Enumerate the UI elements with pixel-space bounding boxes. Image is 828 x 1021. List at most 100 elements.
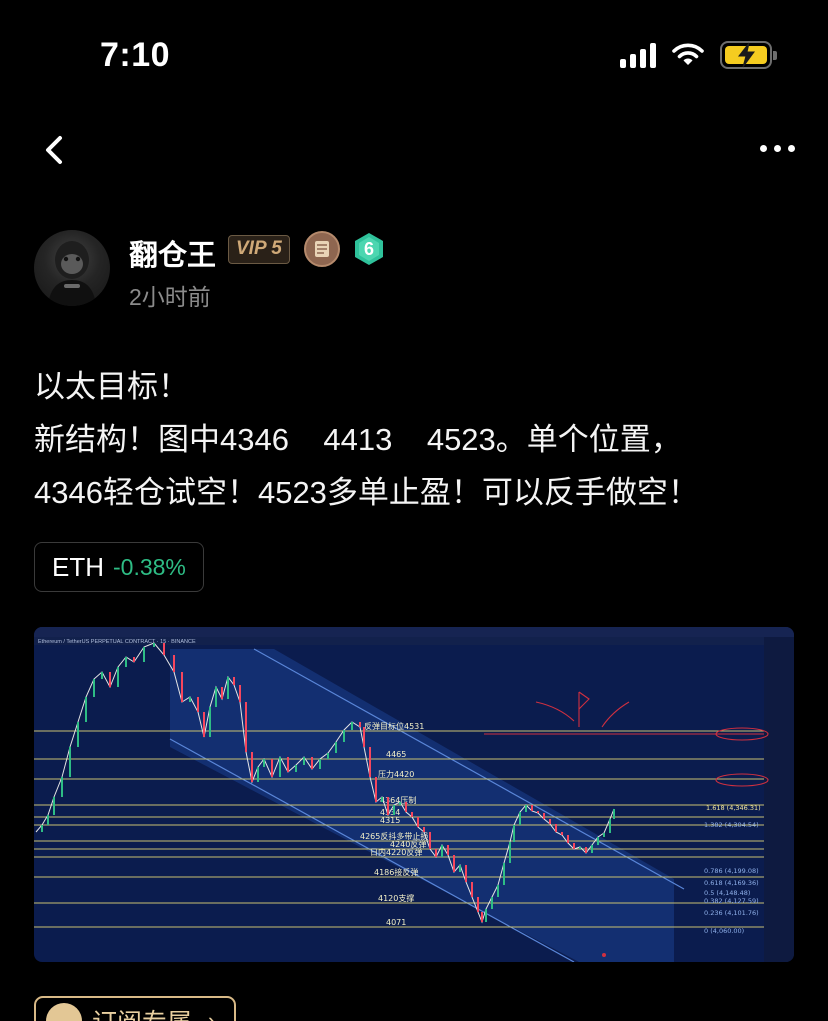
level-label: 反弹目标位4531 (364, 721, 424, 731)
chart-canvas: Ethereum / TetherUS PERPETUAL CONTRACT ·… (34, 627, 794, 962)
candle (363, 727, 365, 747)
level-label: 4071 (386, 918, 406, 927)
candle (543, 813, 545, 819)
post-line: 新结构！图中4346 4413 4523。单个位置， (34, 422, 682, 457)
candle (459, 865, 461, 872)
candle (327, 753, 329, 759)
candle (215, 687, 217, 707)
more-dot-icon (760, 144, 767, 152)
candle (263, 759, 265, 767)
candle (69, 747, 71, 777)
candle (603, 833, 605, 837)
candle (537, 811, 539, 813)
candle (53, 797, 55, 815)
candle (109, 672, 111, 687)
avatar[interactable] (34, 230, 110, 306)
candle (181, 672, 183, 702)
candle (47, 815, 49, 825)
candle (251, 752, 253, 782)
vip-badge: VIP 5 (228, 235, 290, 264)
candle (93, 679, 95, 697)
candle (509, 842, 511, 863)
level-number: 6 (363, 239, 374, 259)
candle (477, 897, 479, 912)
author-header: 翻仓王 VIP 5 6 2小时前 (34, 228, 794, 310)
candle (513, 825, 515, 842)
candle (393, 805, 395, 815)
candle (387, 797, 389, 815)
status-bar: 7:10 (0, 0, 828, 110)
candle (153, 643, 155, 647)
candle (417, 817, 419, 827)
fib-label: 0.618 (4,169.36) (704, 879, 759, 887)
level-label: 日内4220反弹 (370, 847, 422, 857)
candle (573, 843, 575, 849)
candle (271, 759, 273, 777)
candle (497, 885, 499, 897)
candle (209, 707, 211, 737)
candle (77, 722, 79, 747)
candle (197, 697, 199, 712)
post-line: 4346轻仓试空！4523多单止盈！可以反手做空！ (34, 475, 699, 510)
fib-label: 0.382 (4,127.59) (704, 897, 759, 905)
candle (525, 805, 527, 812)
candle (519, 812, 521, 825)
candle (117, 667, 119, 687)
chevron-right-icon: › (208, 1008, 216, 1021)
candle (257, 767, 259, 782)
level-label: 4465 (386, 750, 406, 759)
candle (585, 847, 587, 853)
candle (375, 777, 377, 802)
candle (441, 845, 443, 857)
candle (203, 712, 205, 737)
ticker-change: -0.38% (113, 553, 186, 580)
post-timestamp: 2小时前 (129, 284, 211, 310)
more-dot-icon (788, 144, 795, 152)
level-badge: 6 (352, 232, 386, 266)
fib-label: 0.786 (4,199.08) (704, 867, 759, 875)
candle (399, 802, 401, 805)
post-line: 以太目标！ (34, 369, 189, 404)
subscribe-button[interactable]: 订阅专属 › (34, 996, 236, 1021)
candle (561, 832, 563, 835)
fib-labels: 1.618 (4,346.31) 1.382 (4,304.54) 0.786 (4… (704, 804, 761, 935)
candle (381, 797, 383, 802)
chart-toolbar (34, 627, 794, 637)
annotation-arrows (535, 691, 769, 787)
level-label: 4364压制 (380, 795, 416, 805)
more-options-button[interactable] (760, 136, 800, 160)
candle (555, 824, 557, 832)
candle (613, 809, 615, 819)
author-name[interactable]: 翻仓王 (129, 232, 216, 274)
candle (343, 730, 345, 742)
chart-image[interactable]: Ethereum / TetherUS PERPETUAL CONTRACT ·… (34, 627, 794, 962)
battery-icon (720, 41, 777, 69)
candle (143, 647, 145, 662)
ticker-chip[interactable]: ETH -0.38% (34, 542, 204, 592)
candle (609, 819, 611, 833)
candle (591, 845, 593, 853)
candle (359, 722, 361, 727)
ticker-symbol: ETH (52, 551, 104, 582)
candle (133, 657, 135, 662)
candle (227, 677, 229, 699)
status-icons (620, 40, 777, 70)
candle (41, 825, 43, 832)
candle (351, 722, 353, 730)
candle (101, 672, 103, 679)
candle (295, 765, 297, 772)
price-axis (764, 637, 794, 962)
ape-avatar-icon (48, 241, 96, 306)
wifi-icon (672, 43, 704, 65)
status-time: 7:10 (100, 36, 171, 74)
candle (531, 805, 533, 811)
candle (233, 677, 235, 685)
candle (303, 757, 305, 765)
back-button[interactable] (36, 130, 76, 170)
chart-title: Ethereum / TetherUS PERPETUAL CONTRACT ·… (38, 639, 196, 645)
candle (287, 757, 289, 772)
candle (319, 759, 321, 769)
candle (239, 685, 241, 702)
candle (61, 777, 63, 797)
post-body: 以太目标！ 新结构！图中4346 4413 4523。单个位置， 4346轻仓试… (34, 360, 804, 519)
